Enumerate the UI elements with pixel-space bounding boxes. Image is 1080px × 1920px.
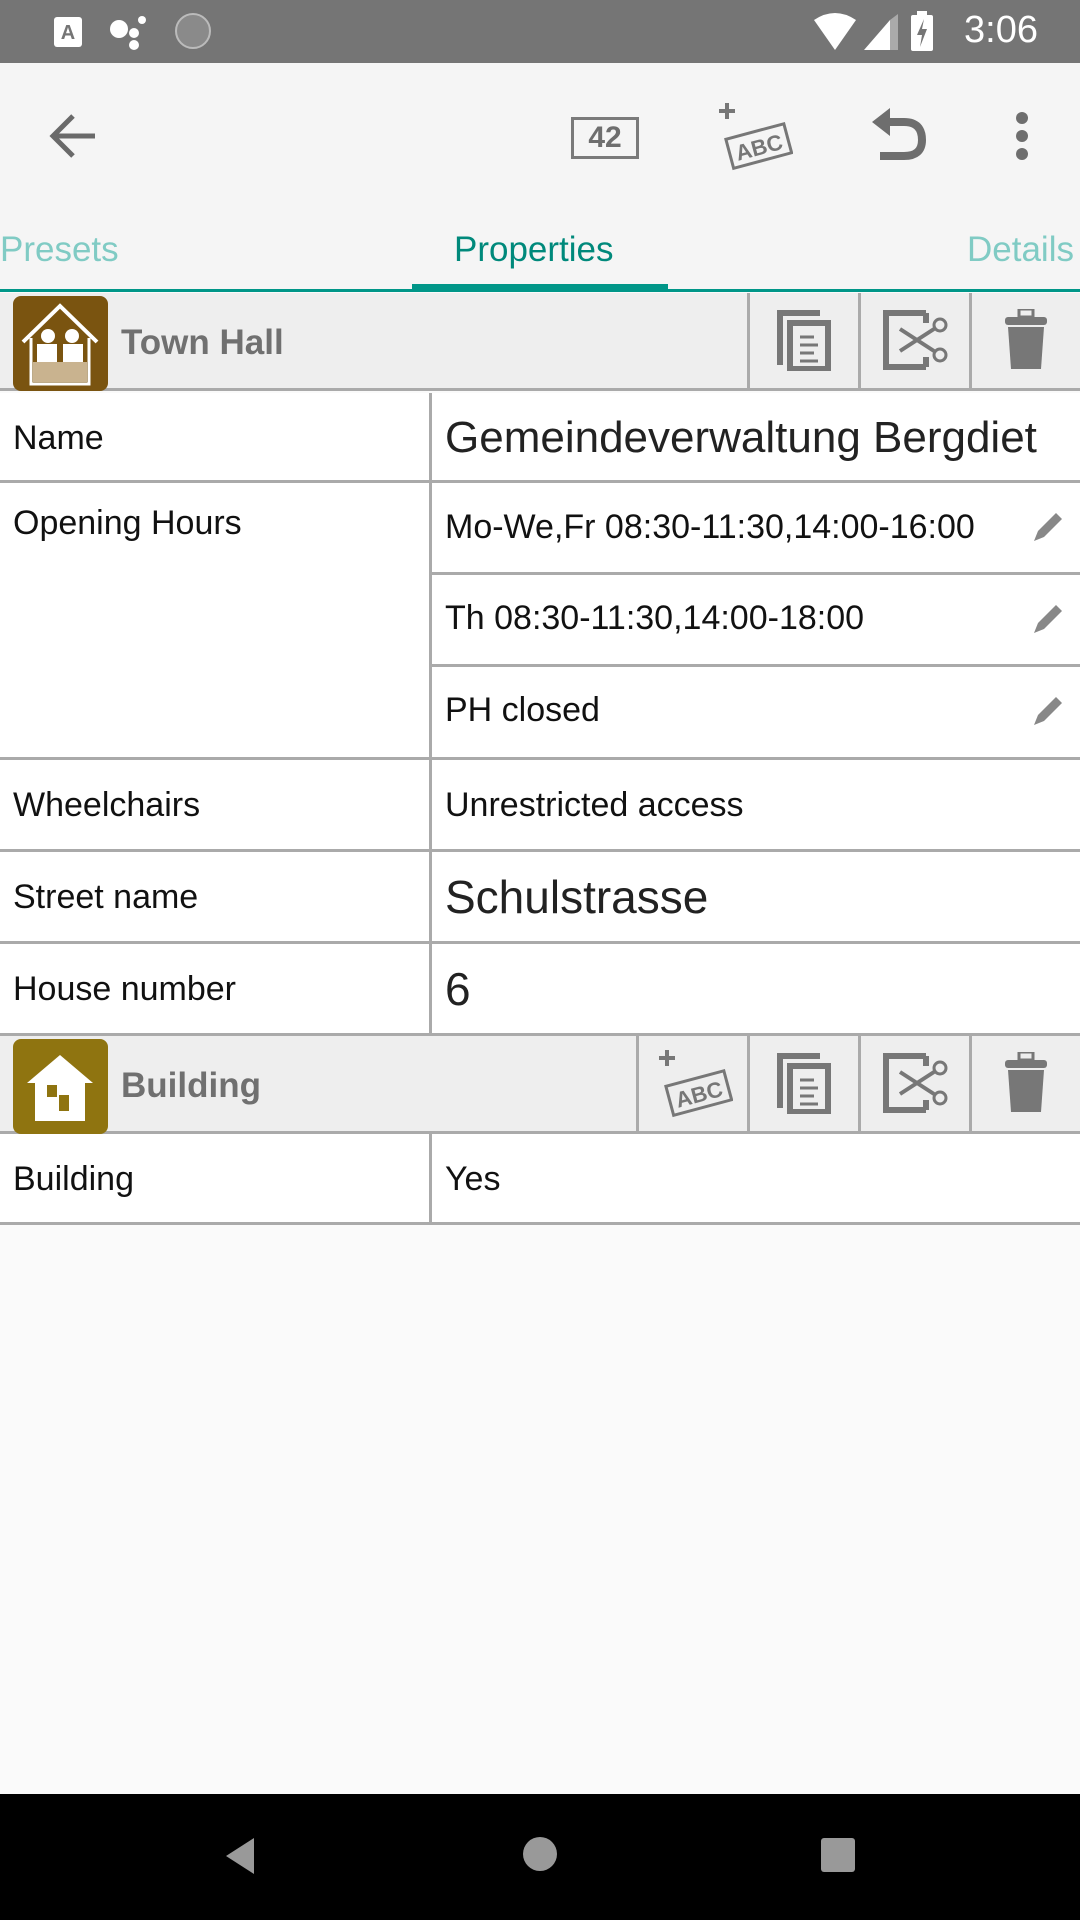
accessibility-a-icon: A (54, 17, 82, 52)
toolbar: 42 ABC (0, 63, 1080, 210)
opening-hours-value: PH closed (445, 691, 600, 729)
building-icon[interactable] (13, 1039, 108, 1134)
copy-icon (776, 1052, 832, 1119)
add-tag-button[interactable]: ABC (636, 1036, 746, 1134)
value-column (429, 760, 432, 849)
svg-text:A: A (61, 22, 75, 44)
opening-hours-entry[interactable]: PH closed (432, 667, 1080, 757)
preset-title: Building (121, 1066, 261, 1105)
tag-count-icon: 42 (571, 117, 639, 159)
tag-count-button[interactable]: 42 (560, 93, 650, 183)
opening-hours-value: Th 08:30-11:30,14:00-18:00 (445, 599, 865, 637)
field-label: Opening Hours (13, 504, 242, 542)
tab-bar: Presets Properties Details (0, 210, 1080, 292)
battery-charging-icon (911, 11, 933, 56)
opening-hours-value: Mo-We,Fr 08:30-11:30,14:00-16:00 (445, 508, 975, 546)
wifi-icon (812, 12, 858, 55)
cut-icon (882, 309, 948, 376)
field-label: Wheelchairs (13, 786, 201, 824)
house-number-input[interactable]: 6 (445, 962, 471, 1016)
value-column (429, 1134, 432, 1222)
opening-hours-entry[interactable]: Th 08:30-11:30,14:00-18:00 (432, 575, 1080, 667)
navigation-bar (0, 1794, 1080, 1920)
undo-icon (870, 107, 930, 169)
street-name-input[interactable]: Schulstrasse (445, 870, 708, 924)
home-circle-icon[interactable] (522, 1836, 558, 1877)
copy-button[interactable] (747, 293, 857, 391)
tab-details[interactable]: Details (967, 230, 1074, 270)
field-label: Building (13, 1160, 134, 1198)
more-vert-icon (1015, 111, 1029, 165)
recents-square-icon[interactable] (821, 1838, 855, 1877)
value-column (429, 393, 432, 480)
delete-icon (1003, 307, 1049, 376)
copy-icon (776, 309, 832, 376)
cell-signal-icon (864, 14, 898, 55)
more-options-button[interactable] (977, 93, 1067, 183)
field-row-house-number: House number 6 (0, 944, 1080, 1036)
cut-button[interactable] (858, 1036, 968, 1134)
copy-button[interactable] (747, 1036, 857, 1134)
cut-button[interactable] (858, 293, 968, 391)
add-tag-button[interactable]: ABC (708, 93, 798, 183)
wheelchairs-select[interactable]: Unrestricted access (445, 786, 744, 825)
field-label: Street name (13, 878, 199, 916)
pencil-icon[interactable] (1030, 601, 1066, 642)
field-label: Name (13, 419, 104, 457)
field-row-wheelchairs: Wheelchairs Unrestricted access (0, 760, 1080, 852)
value-column (429, 944, 432, 1033)
name-input[interactable]: Gemeindeverwaltung Bergdiet (445, 413, 1070, 463)
delete-icon (1003, 1050, 1049, 1119)
value-column (429, 852, 432, 941)
loading-spinner-icon (174, 12, 212, 55)
back-button[interactable] (28, 93, 118, 183)
field-row-street-name: Street name Schulstrasse (0, 852, 1080, 944)
pencil-icon[interactable] (1030, 509, 1066, 550)
town-hall-icon[interactable] (13, 296, 108, 391)
arrow-left-icon (49, 113, 97, 163)
cut-icon (882, 1052, 948, 1119)
add-tag-icon: ABC (653, 1048, 733, 1123)
field-row-opening-hours: Opening Hours Mo-We,Fr 08:30-11:30,14:00… (0, 483, 1080, 760)
field-label: House number (13, 970, 237, 1008)
tab-presets[interactable]: Presets (0, 230, 119, 270)
pencil-icon[interactable] (1030, 693, 1066, 734)
field-row-name: Name Gemeindeverwaltung Bergdiet (0, 393, 1080, 483)
tab-properties[interactable]: Properties (454, 230, 614, 270)
field-row-building: Building Yes (0, 1134, 1080, 1225)
preset-title: Town Hall (121, 323, 284, 362)
assistant-dots-icon (108, 12, 154, 55)
status-time: 3:06 (964, 9, 1038, 51)
back-triangle-icon[interactable] (224, 1836, 256, 1881)
tab-indicator (412, 284, 668, 292)
preset-header-town-hall: Town Hall (0, 293, 1080, 391)
status-bar: A 3:06 (0, 0, 1080, 63)
undo-button[interactable] (855, 93, 945, 183)
preset-header-building: Building ABC (0, 1036, 1080, 1134)
add-tag-icon: ABC (713, 101, 794, 176)
delete-button[interactable] (969, 1036, 1079, 1134)
delete-button[interactable] (969, 293, 1079, 391)
opening-hours-entry[interactable]: Mo-We,Fr 08:30-11:30,14:00-16:00 (432, 483, 1080, 575)
building-select[interactable]: Yes (445, 1160, 500, 1199)
